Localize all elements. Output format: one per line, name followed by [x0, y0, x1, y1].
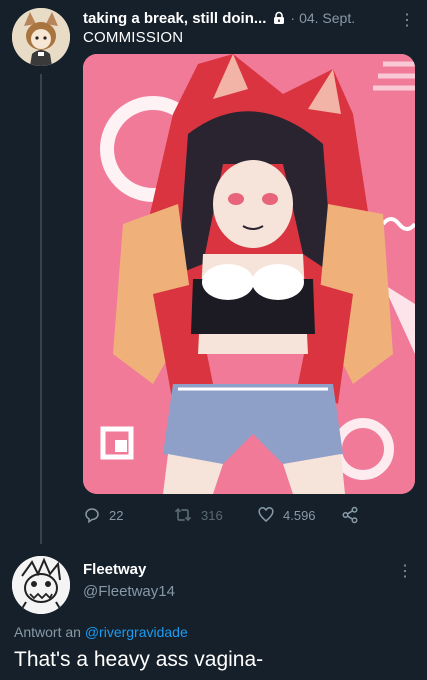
tweet-date[interactable]: 04. Sept.: [299, 10, 355, 26]
reply-icon: [85, 508, 99, 524]
tweet-actions: 22 316 4.596: [83, 506, 383, 528]
reply-tweet-header: Fleetway @Fleetway14 ⋮: [83, 561, 413, 600]
lock-icon: [272, 11, 286, 25]
share-icon: [342, 506, 358, 524]
retweet-icon: [174, 507, 192, 522]
more-icon[interactable]: ⋮: [399, 10, 415, 30]
sketch-avatar-illustration: [12, 556, 70, 614]
heart-icon: [258, 507, 274, 522]
tweet-header: taking a break, still doin... · 04. Sept…: [83, 8, 415, 47]
display-name[interactable]: taking a break, still doin...: [83, 10, 266, 27]
like-button[interactable]: 4.596: [257, 506, 316, 524]
reply-prefix: Antwort an: [14, 624, 81, 640]
reply-tweet-text: That's a heavy ass vagina-: [14, 648, 264, 671]
avatar[interactable]: [12, 8, 70, 66]
reply-count: 22: [109, 507, 124, 523]
tweet-text: COMMISSION: [83, 29, 184, 46]
like-count: 4.596: [283, 507, 316, 523]
user-handle[interactable]: @Fleetway14: [83, 583, 413, 600]
commission-illustration: [83, 54, 415, 494]
avatar[interactable]: [12, 556, 70, 614]
display-name[interactable]: Fleetway: [83, 561, 413, 578]
retweet-count: 316: [201, 507, 223, 523]
share-button[interactable]: [341, 506, 367, 524]
reply-mention-link[interactable]: @rivergravidade: [85, 624, 188, 640]
more-icon[interactable]: ⋮: [397, 561, 413, 581]
thread-line: [40, 74, 42, 544]
separator-dot: ·: [290, 10, 296, 26]
tweet-image[interactable]: [83, 54, 415, 494]
reply-button[interactable]: 22: [83, 506, 123, 524]
retweet-button[interactable]: 316: [173, 506, 223, 524]
fox-avatar-illustration: [12, 8, 70, 66]
reply-context: Antwort an @rivergravidade: [14, 624, 188, 640]
